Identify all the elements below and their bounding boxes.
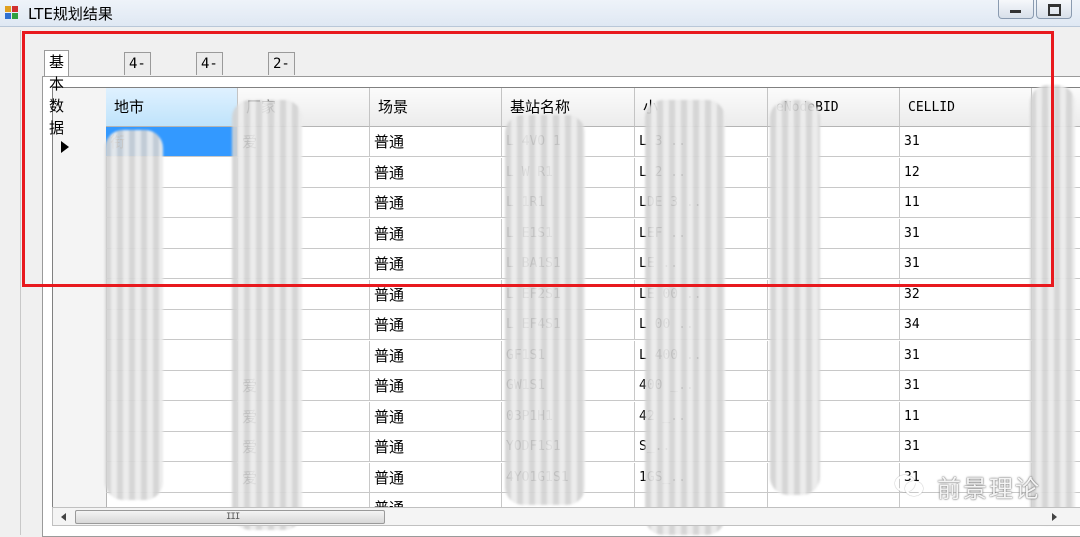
mosaic-blur [645,100,725,535]
row-header[interactable] [53,249,107,281]
table-cell[interactable]: 31 [900,219,1032,249]
table-cell[interactable]: 31 [900,432,1032,462]
thumb-grip: III [226,512,240,522]
table-cell[interactable]: 32 [900,280,1032,310]
row-header[interactable] [53,280,107,312]
table-cell[interactable]: 11 [900,188,1032,218]
column-header-city[interactable]: 地市 [106,88,238,127]
table-cell[interactable]: 31 [900,341,1032,371]
column-header-scene[interactable]: 场景 [370,88,502,127]
row-header[interactable] [53,188,107,220]
table-cell[interactable]: 普通 [370,127,502,157]
tab-basic-data[interactable]: 基本数据 [44,50,70,137]
tab-label: 基本数据 [49,53,65,137]
app-icon [5,6,19,20]
minimize-button[interactable] [998,0,1034,19]
table-cell[interactable]: 普通 [370,188,502,218]
table-cell[interactable]: 普通 [370,280,502,310]
row-header[interactable] [53,158,107,190]
row-header[interactable] [53,371,107,403]
mosaic-blur [1030,85,1075,525]
current-row-arrow-icon [61,141,69,153]
table-cell[interactable]: 普通 [370,219,502,249]
scroll-right-icon[interactable] [1052,513,1057,521]
row-header[interactable] [53,463,107,495]
tab-2-4-neighbor[interactable]: 2-4邻区 [268,52,295,138]
maximize-button[interactable] [1036,0,1072,19]
row-header[interactable] [53,341,107,373]
table-cell[interactable]: 12 [900,158,1032,188]
table-cell[interactable]: 31 [900,127,1032,157]
table-cell[interactable]: 普通 [370,158,502,188]
row-header[interactable] [53,432,107,464]
table-cell[interactable]: 普通 [370,310,502,340]
horizontal-scrollbar[interactable]: III [52,507,1080,526]
table-cell[interactable]: 普通 [370,402,502,432]
mosaic-blur [505,115,585,505]
wechat-icon [895,475,925,497]
table-cell[interactable]: 34 [900,310,1032,340]
column-header-cellid[interactable]: CELLID [900,88,1032,127]
scroll-left-icon[interactable] [61,513,66,521]
mosaic-blur [770,100,820,495]
window-title: LTE规划结果 [28,5,113,23]
table-cell[interactable]: 普通 [370,371,502,401]
row-header[interactable] [53,310,107,342]
row-header[interactable] [53,402,107,434]
mosaic-blur [105,130,163,500]
table-cell[interactable]: 普通 [370,341,502,371]
table-cell[interactable]: 11 [900,402,1032,432]
table-cell[interactable]: 普通 [370,463,502,493]
table-cell[interactable]: 普通 [370,249,502,279]
row-header[interactable] [53,219,107,251]
scrollbar-thumb[interactable]: III [75,510,385,524]
table-cell[interactable]: 31 [900,371,1032,401]
table-cell[interactable]: 31 [900,249,1032,279]
title-bar: LTE规划结果 [0,0,1080,27]
tab-4-4-neighbor[interactable]: 4-4邻区 [124,52,151,138]
tab-4-2-neighbor[interactable]: 4-2邻区 [196,52,223,138]
mosaic-blur [232,100,302,530]
table-cell[interactable]: 普通 [370,432,502,462]
watermark-text: 前景理论 [937,475,1041,503]
